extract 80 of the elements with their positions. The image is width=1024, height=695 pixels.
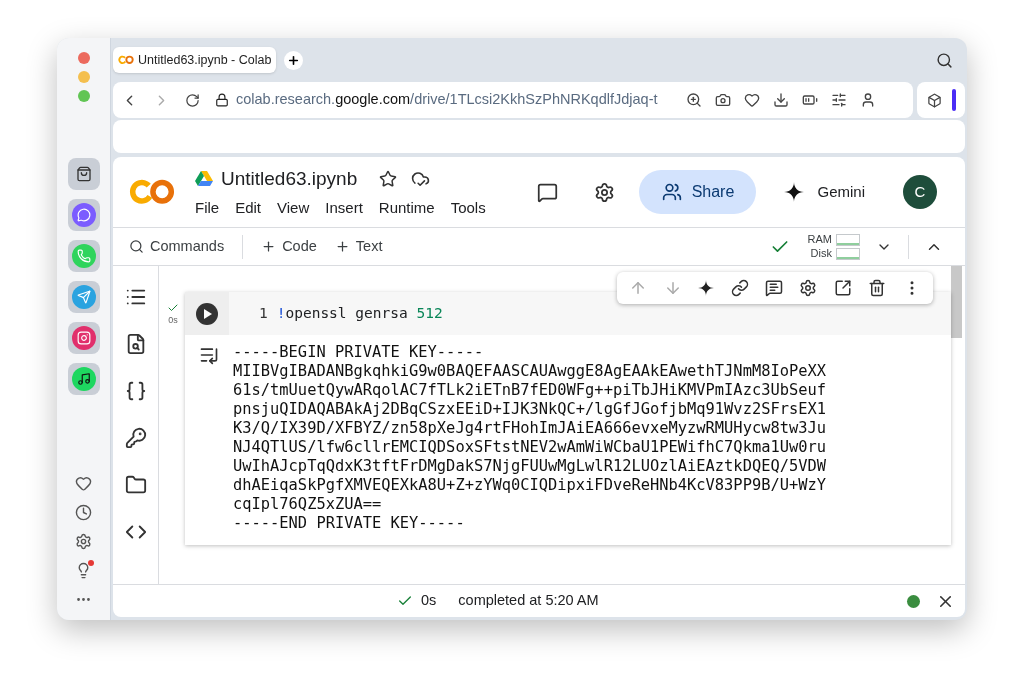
new-tab-button[interactable]: [284, 50, 304, 70]
settings-icon[interactable]: [594, 181, 616, 203]
browser-tab[interactable]: Untitled63.ipynb - Colab: [113, 47, 277, 73]
add-text-button[interactable]: Text: [334, 235, 383, 258]
output-line: UwIhAJcpTqQdxK3tftFrDMgDakS7NjgFUUwMgLwlR12LUOzlAiEAztkDQEQ/5VDW: [233, 457, 827, 476]
plus-icon: [261, 239, 277, 254]
mirror-cell-icon[interactable]: [833, 279, 852, 297]
gemini-button[interactable]: Gemini: [784, 180, 865, 204]
plus-icon: [287, 53, 301, 67]
output-line: -----BEGIN PRIVATE KEY-----: [233, 343, 485, 362]
commands-button[interactable]: Commands: [129, 235, 225, 258]
menu-item[interactable]: Tools: [450, 197, 486, 220]
search-icon[interactable]: [936, 51, 953, 69]
status-message: completed at 5:20 AM: [458, 591, 599, 611]
folder-icon[interactable]: [124, 474, 147, 496]
messenger-app-icon[interactable]: [67, 199, 100, 231]
settings-icon[interactable]: [799, 279, 818, 297]
variables-icon[interactable]: [124, 380, 147, 402]
spotify-app-icon[interactable]: [67, 363, 100, 395]
url-text: colab.research.google.com/drive/1TLcsi2KkhSzPhNRKqdlfJdjaq-t: [236, 90, 658, 110]
heart-icon[interactable]: [744, 92, 760, 108]
profile-icon[interactable]: [860, 92, 876, 108]
resource-meter: [836, 233, 860, 246]
add-code-button[interactable]: Code: [261, 235, 317, 258]
battery-icon[interactable]: [802, 92, 818, 108]
status-duration: 0s: [421, 591, 437, 611]
download-icon[interactable]: [773, 92, 789, 108]
menu-item[interactable]: Runtime: [378, 197, 435, 220]
output-line: -----END PRIVATE KEY-----: [233, 514, 466, 533]
drive-icon: [195, 170, 213, 187]
line-number: 1: [259, 303, 268, 323]
output-line: MIIBVgIBADANBgkqhkiG9w0BAQEFAASCAUAwggE8AgEAAkEAwethTJNmM8IoPeXX: [233, 362, 827, 381]
sliders-icon[interactable]: [831, 92, 847, 108]
notebook-title[interactable]: Untitled63.ipynb: [221, 164, 358, 193]
address-bar[interactable]: colab.research.google.com/drive/1TLcsi2KkhSzPhNRKqdlfJdjaq-t: [113, 82, 913, 118]
avatar[interactable]: C: [903, 175, 937, 209]
menu-item[interactable]: File: [195, 197, 220, 220]
colab-logo-icon: [118, 55, 134, 65]
output-toggle-icon[interactable]: [199, 345, 219, 365]
cell-duration: 0s: [168, 314, 178, 327]
output-line: pnsjuQIDAQABAkAj2DBqCSzxEEiD+IJK3NkQC+/lgGfJGofjbMq91Wvz2SFrsEX1: [233, 400, 827, 419]
output-line: 61s/tmUuetQywARqolAC7fTLk2iETnB7fED0WFg++piTbJHiKMVPmIAzc3UbSeuf: [233, 381, 827, 400]
delete-icon[interactable]: [868, 279, 887, 297]
plus-icon: [334, 239, 350, 254]
menu-item[interactable]: Edit: [235, 197, 262, 220]
camera-icon[interactable]: [715, 92, 731, 108]
clock-icon[interactable]: [75, 504, 92, 521]
meter-label: RAM: [807, 233, 832, 246]
share-button[interactable]: Share: [639, 170, 757, 214]
output-line: cqIpl76QZ5xZUA==: [233, 495, 383, 514]
comment-icon[interactable]: [764, 279, 783, 297]
key-icon[interactable]: [124, 427, 147, 449]
search-icon: [129, 239, 144, 254]
shopping-bag-icon[interactable]: [67, 158, 100, 190]
star-icon[interactable]: [379, 169, 398, 188]
run-button[interactable]: [196, 302, 218, 325]
meter-label: Disk: [810, 247, 832, 260]
telegram-app-icon[interactable]: [67, 281, 100, 313]
heart-icon[interactable]: [75, 475, 92, 492]
link-icon[interactable]: [730, 279, 749, 297]
settings-icon[interactable]: [75, 533, 92, 550]
colab-logo-icon: [129, 178, 175, 206]
cube-icon[interactable]: [926, 92, 942, 108]
output-line: NJ4QTlUS/lfw6cllrEMCIQDSoxSFtstNEV2wAmWiWCbaU1PEWifhC7Qkma1Uw0ru: [233, 438, 827, 457]
close-window-button[interactable]: [77, 52, 90, 64]
code-line[interactable]: !openssl genrsa 512: [276, 302, 443, 325]
zoom-icon[interactable]: [686, 92, 702, 108]
output-line: K3/Q/IX39D/XFBYZ/zn58pXeJg4rtFHohImJAiEA666evxeMyzwRMUHycw8tw3Ju: [233, 419, 827, 438]
people-icon: [661, 182, 682, 202]
lock-icon: [215, 93, 229, 107]
sidebar-indicator-icon: [951, 89, 956, 111]
output-line: dhAEiqaSkPgfXMVEQEXkA8U+Z+zYWq0CIQDipxiFDveReHNb4KcV83PP9B/U+WzY: [233, 476, 827, 495]
menu-item[interactable]: Insert: [325, 197, 363, 220]
scrollbar: [951, 266, 962, 338]
comment-icon[interactable]: [537, 181, 559, 203]
resource-meter: [836, 247, 860, 260]
reload-icon[interactable]: [185, 92, 200, 108]
cloud-check-icon: [411, 169, 431, 189]
menu-item[interactable]: View: [277, 197, 310, 220]
instagram-app-icon[interactable]: [67, 322, 100, 354]
